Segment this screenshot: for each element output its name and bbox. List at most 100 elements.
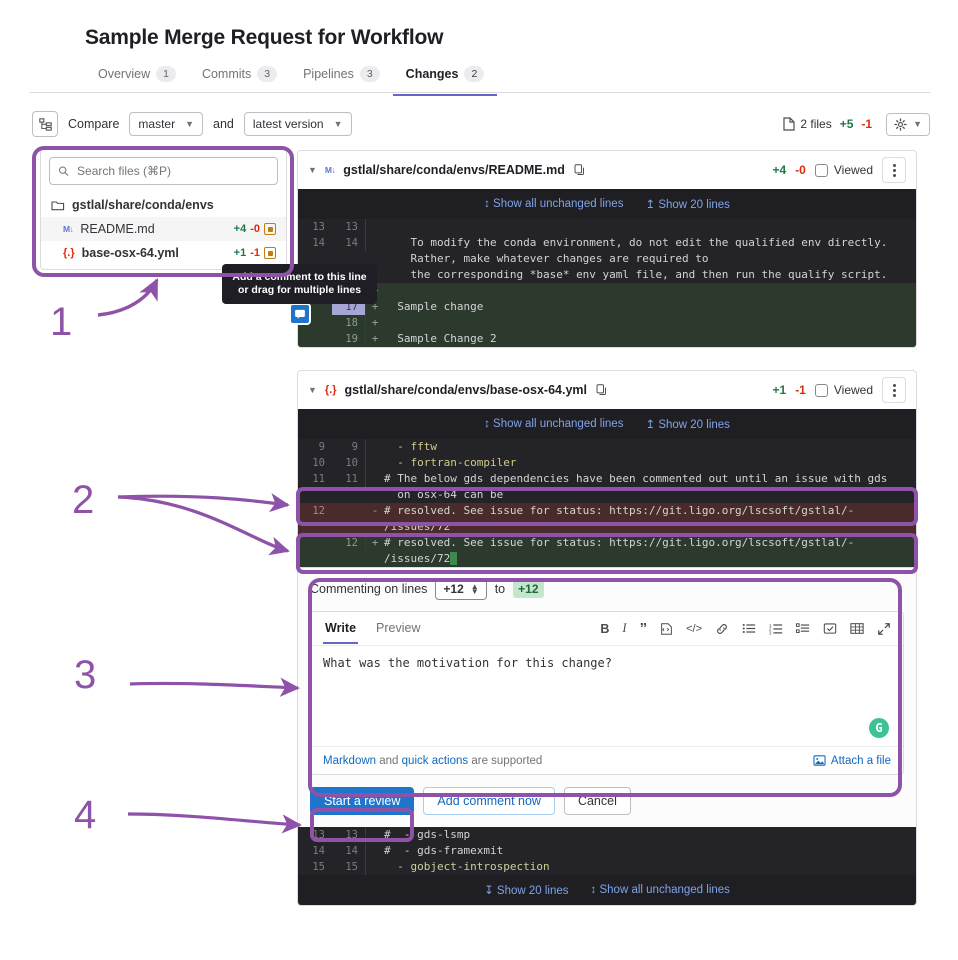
line-from-stepper[interactable]: +12 ▲ ▼: [435, 578, 487, 600]
chevron-down-icon[interactable]: ▼: [308, 385, 317, 395]
diff-line-removed[interactable]: 12 - # resolved. See issue for status: h…: [298, 503, 916, 535]
cancel-button[interactable]: Cancel: [563, 787, 631, 815]
task-list-icon[interactable]: [796, 622, 810, 635]
copy-path-icon[interactable]: [573, 163, 586, 177]
diff-line[interactable]: 14 14 To modify the conda environment, d…: [298, 235, 916, 251]
copy-path-icon[interactable]: [595, 383, 608, 397]
diff-line[interactable]: 9 9 - fftw: [298, 439, 916, 455]
attach-file-label: Attach a file: [830, 754, 891, 767]
viewed-checkbox[interactable]: [814, 383, 828, 397]
mr-tabs: Overview 1 Commits 3 Pipelines 3 Changes…: [85, 62, 498, 96]
file-additions: +4: [233, 223, 247, 235]
diff-line[interactable]: Rather, make whatever changes are requir…: [298, 251, 916, 267]
chevron-down-icon[interactable]: ▼: [308, 165, 317, 175]
diff-file-path: gstlal/share/conda/envs/README.md: [343, 163, 565, 177]
new-line-number: 12: [332, 535, 366, 551]
old-line-number: 14: [312, 845, 325, 857]
tab-preview[interactable]: Preview: [374, 613, 422, 644]
add-comment-now-button[interactable]: Add comment now: [423, 787, 555, 815]
start-a-review-button[interactable]: Start a review: [310, 787, 415, 815]
tab-pipelines[interactable]: Pipelines 3: [290, 62, 393, 96]
file-tree-toggle-button[interactable]: [32, 111, 58, 137]
diff-line[interactable]: 14 14 # - gds-framexmit: [298, 843, 916, 859]
diff-line[interactable]: 19 + Sample Change 2: [298, 331, 916, 347]
more-actions-button[interactable]: [882, 157, 906, 183]
diff-line-highlighted[interactable]: 17 + Sample change: [298, 299, 916, 315]
diff-line[interactable]: 13 13: [298, 219, 916, 235]
show-all-unchanged-lines-button[interactable]: ↕ Show all unchanged lines: [591, 884, 730, 896]
show-20-lines-button[interactable]: ↧ Show 20 lines: [484, 883, 568, 897]
file-changed-indicator-icon: [264, 247, 276, 259]
search-box[interactable]: [49, 157, 278, 185]
diff-line[interactable]: 10 10 - fortran-compiler: [298, 455, 916, 471]
show-all-unchanged-lines-button[interactable]: ↕ Show all unchanged lines: [484, 418, 623, 430]
bullet-list-icon[interactable]: [742, 622, 756, 635]
tab-commits-label: Commits: [201, 67, 252, 81]
attach-file-button[interactable]: Attach a file: [813, 754, 891, 767]
old-line-number: 15: [312, 861, 325, 873]
comment-textarea[interactable]: What was the motivation for this change?…: [311, 646, 903, 746]
show-20-lines-button[interactable]: ↥ Show 20 lines: [645, 197, 729, 211]
new-line-number: 18: [332, 315, 366, 331]
diff-line-text: the corresponding *base* env yaml file, …: [384, 268, 888, 281]
table-icon[interactable]: [850, 622, 864, 635]
diff-line[interactable]: on osx-64 can be: [298, 487, 916, 503]
diff-line[interactable]: 11 11 # The below gds dependencies have …: [298, 471, 916, 487]
new-line-number: 13: [332, 827, 366, 843]
diff-header-right: +1 -1 Viewed: [773, 377, 906, 403]
grammarly-icon[interactable]: G: [869, 718, 889, 738]
numbered-list-icon[interactable]: 123: [769, 622, 783, 635]
diff-sign: -: [371, 504, 379, 517]
diff-line[interactable]: 18 +: [298, 315, 916, 331]
collapsible-section-icon[interactable]: [823, 622, 837, 635]
file-tree-item-baseosx[interactable]: {.} base-osx-64.yml +1 -1: [41, 241, 286, 265]
italic-icon[interactable]: I: [622, 621, 626, 636]
compare-toolbar: Compare master ▼ and latest version ▼ 2 …: [32, 106, 930, 142]
tab-commits[interactable]: Commits 3: [189, 62, 290, 96]
old-line-number: 12: [312, 505, 325, 517]
tab-changes[interactable]: Changes 2: [392, 62, 498, 96]
compare-label: Compare: [68, 117, 120, 131]
search-input[interactable]: [75, 163, 269, 179]
quote-icon[interactable]: ”: [640, 620, 648, 637]
annotation-arrow-1: [97, 278, 159, 317]
tab-overview[interactable]: Overview 1: [85, 62, 189, 96]
gear-icon: [894, 117, 907, 131]
tab-write[interactable]: Write: [323, 613, 359, 644]
viewed-checkbox[interactable]: [814, 163, 828, 177]
add-comment-bubble-button[interactable]: [289, 303, 311, 325]
viewed-toggle[interactable]: Viewed: [814, 383, 873, 397]
expand-up-icon: ↥: [645, 199, 656, 211]
diff-line[interactable]: 15 15 - gobject-introspection: [298, 859, 916, 875]
diff-line[interactable]: 13 13 # - gds-lsmp: [298, 827, 916, 843]
file-tree-item-name: README.md: [80, 222, 155, 236]
diff-code-readme: 13 13 14 14 To modify the conda environm…: [298, 219, 916, 347]
attach-image-icon: [813, 755, 826, 766]
more-actions-button[interactable]: [882, 377, 906, 403]
diff-code-baseosx-after: 13 13 # - gds-lsmp 14 14 # - gds-framexm…: [298, 827, 916, 875]
old-line-number: 14: [312, 237, 325, 249]
diff-line-text: - gobject-introspection: [384, 860, 550, 873]
quick-actions-link[interactable]: quick actions: [402, 755, 468, 767]
source-branch-select[interactable]: master ▼: [129, 112, 204, 136]
viewed-toggle[interactable]: Viewed: [814, 163, 873, 177]
diff-line[interactable]: +: [298, 283, 916, 299]
show-all-unchanged-lines-button[interactable]: ↕ Show all unchanged lines: [484, 198, 623, 210]
inline-code-icon[interactable]: </>: [686, 623, 702, 635]
diff-line-added[interactable]: 12 + # resolved. See issue for status: h…: [298, 535, 916, 567]
link-icon[interactable]: [715, 622, 729, 636]
diff-line[interactable]: the corresponding *base* env yaml file, …: [298, 267, 916, 283]
fullscreen-icon[interactable]: [877, 622, 891, 636]
new-line-number: 10: [332, 455, 366, 471]
target-version-select[interactable]: latest version ▼: [243, 112, 352, 136]
diff-line-text: To modify the conda environment, do not …: [384, 236, 888, 249]
file-tree-item-readme[interactable]: M↓ README.md +4 -0: [41, 217, 286, 241]
show-20-lines-button[interactable]: ↥ Show 20 lines: [645, 417, 729, 431]
markdown-link[interactable]: Markdown: [323, 755, 376, 767]
file-tree-folder[interactable]: gstlal/share/conda/envs: [41, 193, 286, 217]
bold-icon[interactable]: B: [600, 622, 609, 636]
diff-settings-button[interactable]: ▼: [886, 112, 930, 136]
file-search-wrapper: [41, 157, 286, 193]
code-block-icon[interactable]: [660, 622, 673, 636]
compare-stats: 2 files +5 -1 ▼: [783, 112, 930, 136]
